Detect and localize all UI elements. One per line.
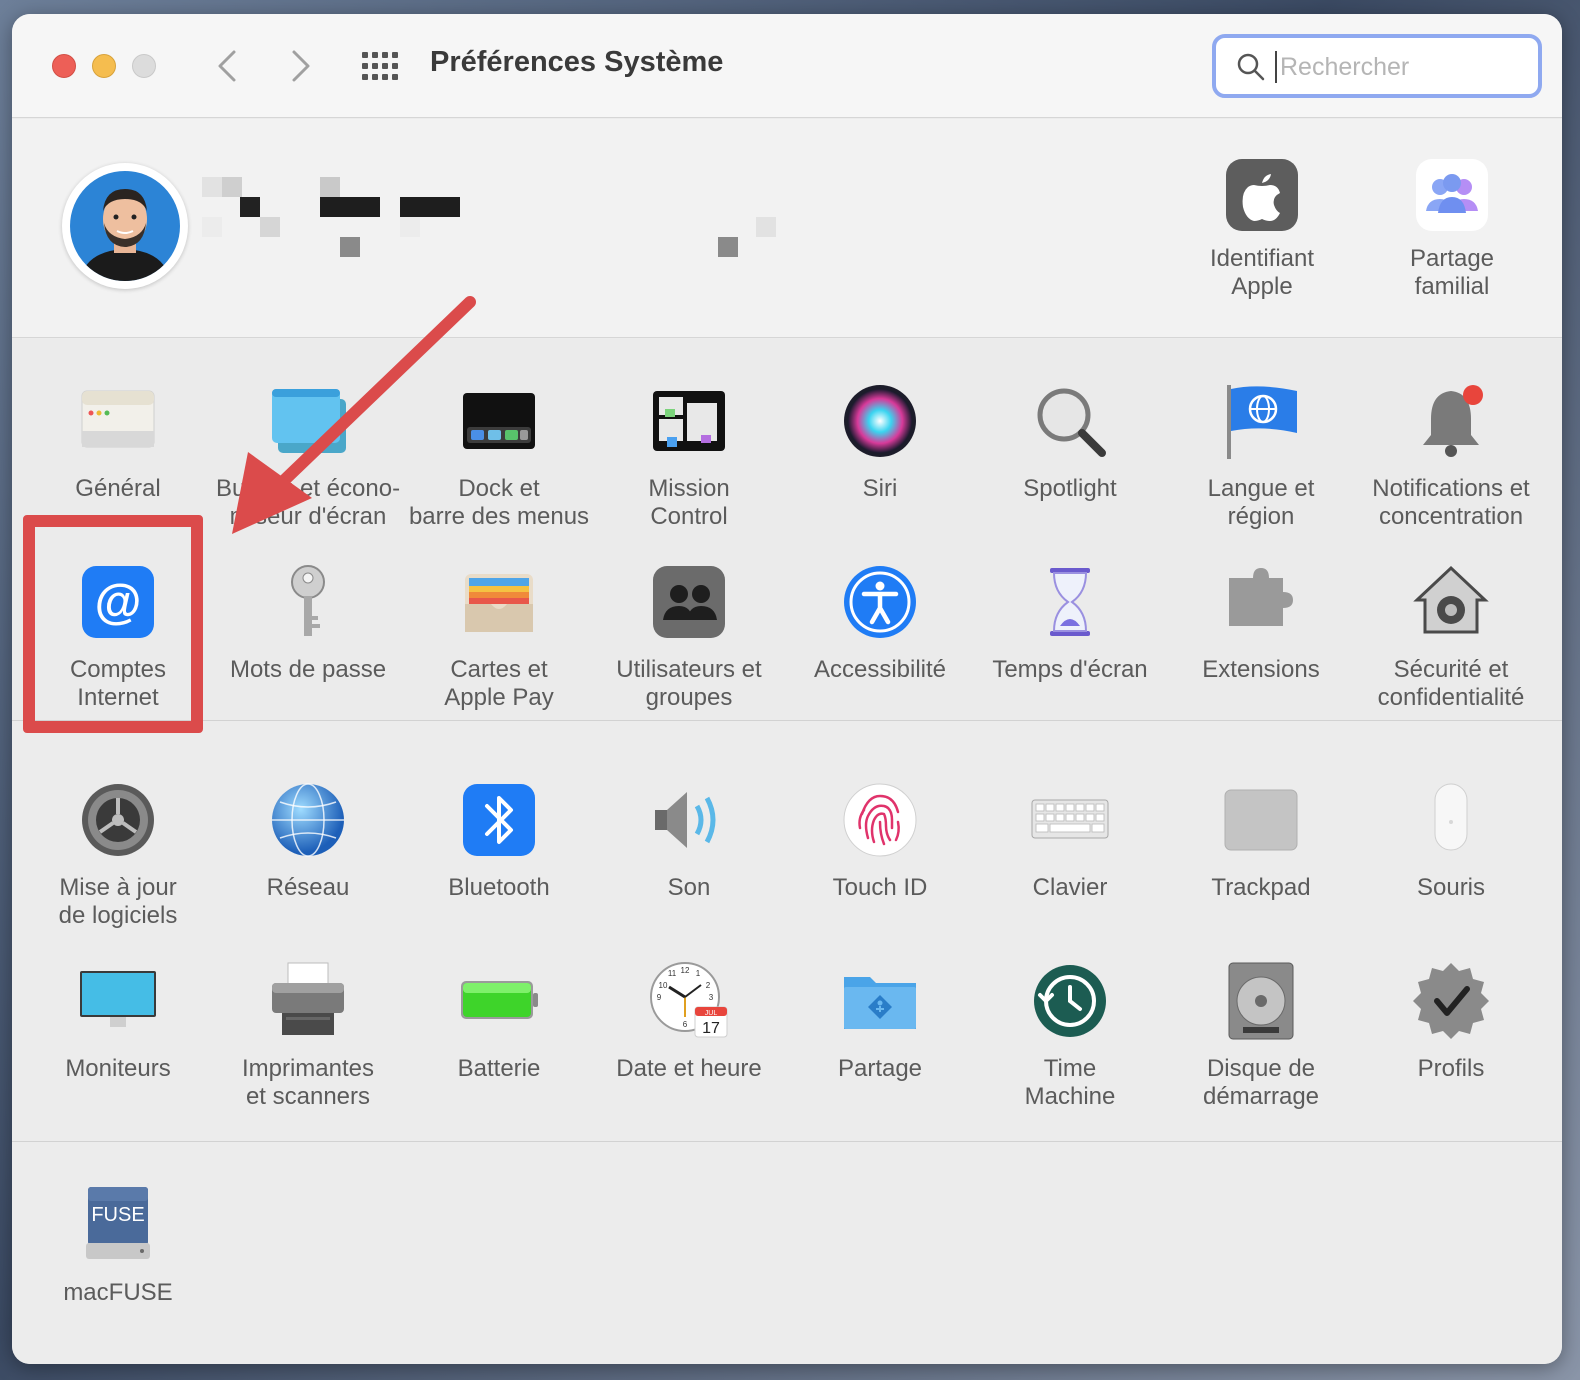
annotation-arrow — [232, 296, 476, 534]
system-preferences-window: Préférences Système Rechercher Identifia… — [12, 14, 1562, 1364]
